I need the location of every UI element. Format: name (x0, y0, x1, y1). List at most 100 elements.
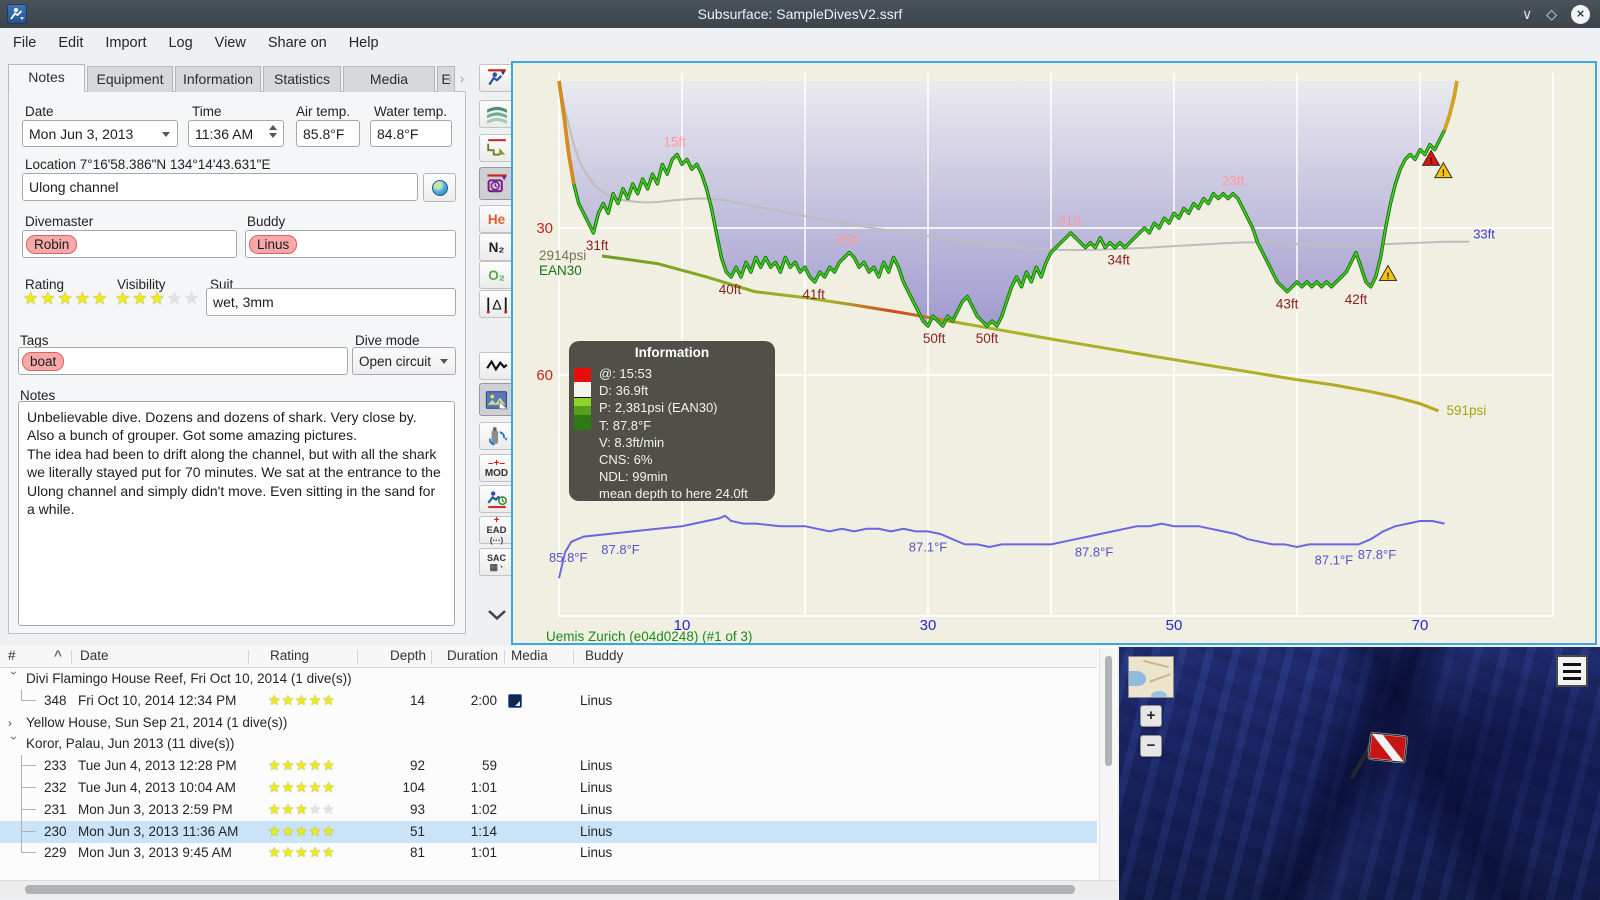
dive-row-232[interactable]: 232 Tue Jun 4, 2013 10:04 AM ★★★★★ 104 1:01 L… (0, 777, 1097, 799)
dive-row-230[interactable]: 230 Mon Jun 3, 2013 11:36 AM ★★★★★ 51 1:14 Li… (0, 820, 1097, 843)
trip-row[interactable]: › Divi Flamingo House Reef, Fri Oct 10, 2… (0, 668, 1097, 690)
photos-icon[interactable] (479, 383, 514, 416)
dive-number: 348 (44, 692, 67, 708)
media-thumbnail-icon[interactable] (508, 693, 522, 708)
menu-item-edit[interactable]: Edit (58, 35, 83, 51)
buddy-field[interactable]: Linus (245, 230, 456, 258)
tag-boat[interactable]: boat (22, 351, 65, 371)
dive-date: Mon Jun 3, 2013 2:59 PM (78, 801, 233, 817)
heartrate-icon[interactable] (479, 352, 514, 380)
overview-minimap[interactable] (1128, 656, 1174, 698)
tab-information[interactable]: Information (175, 66, 261, 92)
time-spinner-icon[interactable] (269, 125, 277, 138)
column-header-buddy[interactable]: Buddy (585, 648, 623, 663)
dive-list-header[interactable]: # Date Rating Depth Duration Media Buddy ^ (0, 646, 1097, 668)
diver-icon[interactable] (479, 64, 514, 92)
dive-row-348[interactable]: 348 Fri Oct 10, 2014 12:34 PM ★★★★★ 14 2:00 L… (0, 689, 1097, 712)
location-field[interactable]: Ulong channel (22, 173, 418, 201)
horizontal-scrollbar-thumb[interactable] (25, 885, 1075, 894)
mod-icon[interactable]: –+– MOD (479, 454, 514, 482)
dive-row-231[interactable]: 231 Mon Jun 3, 2013 2:59 PM ★★★★★ 93 1:02 Lin… (0, 798, 1097, 821)
visibility-stars[interactable]: ★★★★★ (115, 289, 201, 309)
water-temp-field[interactable]: 84.8°F (370, 120, 452, 147)
sac-icon[interactable]: SAC ▦◔ (479, 548, 514, 576)
trip-row[interactable]: › Koror, Palau, Jun 2013 (11 dive(s)) (0, 733, 1097, 755)
setpoint-clock-icon[interactable] (479, 167, 514, 200)
tab-equipment[interactable]: Equipment (87, 66, 173, 92)
vertical-scrollbar-thumb[interactable] (1105, 656, 1112, 766)
tab-scroll-right-icon[interactable]: › (456, 68, 468, 90)
date-field[interactable]: Mon Jun 3, 2013 (22, 120, 178, 147)
helium-icon[interactable]: He (479, 205, 514, 233)
maximize-icon[interactable]: ◇ (1546, 6, 1557, 23)
menu-item-share-on[interactable]: Share on (268, 35, 327, 51)
ceiling-step-icon[interactable] (479, 134, 514, 162)
globe-button[interactable] (423, 173, 456, 202)
column-header-date[interactable]: Date (80, 648, 109, 663)
column-separator (504, 650, 505, 664)
dive-depth: 14 (409, 692, 425, 708)
water-temp-label: Water temp. (374, 104, 448, 119)
chart-label: ! (1430, 156, 1433, 166)
cylinder-switch-icon[interactable] (479, 422, 514, 450)
column-header-media[interactable]: Media (511, 648, 548, 663)
buddy-label: Buddy (247, 214, 286, 229)
waves-icon[interactable] (479, 100, 514, 128)
suit-field[interactable]: wet, 3mm (206, 288, 456, 316)
chevron-expanded-icon[interactable]: › (3, 671, 25, 683)
menu-item-log[interactable]: Log (168, 35, 192, 51)
menu-item-import[interactable]: Import (105, 35, 146, 51)
dive-row-233[interactable]: 233 Tue Jun 4, 2013 12:28 PM ★★★★★ 92 59 Linu… (0, 755, 1097, 778)
buddy-tag[interactable]: Linus (249, 234, 298, 254)
dive-rating-stars: ★★★★★ (268, 845, 336, 862)
column-header-depth[interactable]: Depth (360, 648, 426, 663)
nitrogen-icon[interactable]: N₂ (479, 233, 514, 261)
map-menu-icon[interactable] (1556, 655, 1588, 687)
tab-media[interactable]: Media (343, 66, 435, 92)
dive-mode-label: Dive mode (355, 333, 420, 348)
chevron-collapsed-icon[interactable]: › (8, 712, 20, 734)
menu-item-file[interactable]: File (13, 35, 36, 51)
divemaster-tag[interactable]: Robin (26, 234, 78, 254)
dive-flag-marker[interactable] (1345, 725, 1417, 791)
dive-row-229[interactable]: 229 Mon Jun 3, 2013 9:45 AM ★★★★★ 81 1:01 Lin… (0, 842, 1097, 864)
notes-textarea[interactable]: Unbelievable dive. Dozens and dozens of … (18, 401, 455, 626)
map-zoom-in-button[interactable]: + (1140, 705, 1162, 727)
chevron-expanded-icon[interactable]: › (3, 736, 25, 748)
divemaster-field[interactable]: Robin (22, 230, 237, 258)
menu-item-help[interactable]: Help (349, 35, 379, 51)
column-header-num[interactable]: # (8, 648, 16, 663)
tab-scroll-left-icon[interactable]: ‹ (444, 68, 456, 90)
time-axis-tick: 50 (1166, 617, 1183, 634)
column-header-duration[interactable]: Duration (434, 648, 498, 663)
close-icon[interactable]: × (1571, 4, 1590, 24)
dive-profile-chart[interactable]: 30 60 10 30 50 70 31ft 40ft 41ft 50ft 50ft 34ft 43ft… (511, 61, 1597, 645)
oxygen-icon[interactable]: O₂ (479, 261, 514, 289)
minimize-icon[interactable]: ∨ (1522, 6, 1532, 23)
time-field[interactable]: 11:36 AM (188, 120, 284, 147)
divemaster-label: Divemaster (25, 214, 94, 229)
dive-buddy: Linus (580, 801, 613, 817)
tab-statistics[interactable]: Statistics (263, 66, 341, 92)
diver-clock-icon[interactable] (479, 485, 514, 513)
map-zoom-out-button[interactable]: − (1140, 735, 1162, 757)
delta-icon[interactable]: Δ (479, 290, 514, 318)
rating-stars[interactable]: ★★★★★ (23, 289, 109, 309)
title-bar: Subsurface: SampleDivesV2.ssrf ∨ ◇ × (0, 0, 1600, 28)
horizontal-scrollbar[interactable] (0, 880, 1117, 897)
trip-row[interactable]: › Yellow House, Sun Sep 21, 2014 (1 dive(… (0, 712, 1097, 734)
tab-notes[interactable]: Notes (8, 64, 85, 92)
ead-icon[interactable]: + EAD (···) (479, 516, 514, 545)
temp-label: 87.8°F (1075, 545, 1114, 560)
vertical-scrollbar[interactable] (1099, 648, 1115, 880)
tags-field[interactable]: boat (18, 347, 348, 375)
tree-line (21, 852, 36, 854)
menu-item-view[interactable]: View (215, 35, 246, 51)
scroll-down-icon[interactable] (479, 601, 514, 629)
temp-label: 87.8°F (1358, 547, 1397, 562)
column-header-rating[interactable]: Rating (270, 648, 309, 663)
air-temp-field[interactable]: 85.8°F (296, 120, 360, 147)
dive-mode-select[interactable]: Open circuit (352, 347, 456, 375)
dive-site-map[interactable]: + − (1119, 647, 1600, 900)
dive-number: 230 (44, 823, 67, 839)
